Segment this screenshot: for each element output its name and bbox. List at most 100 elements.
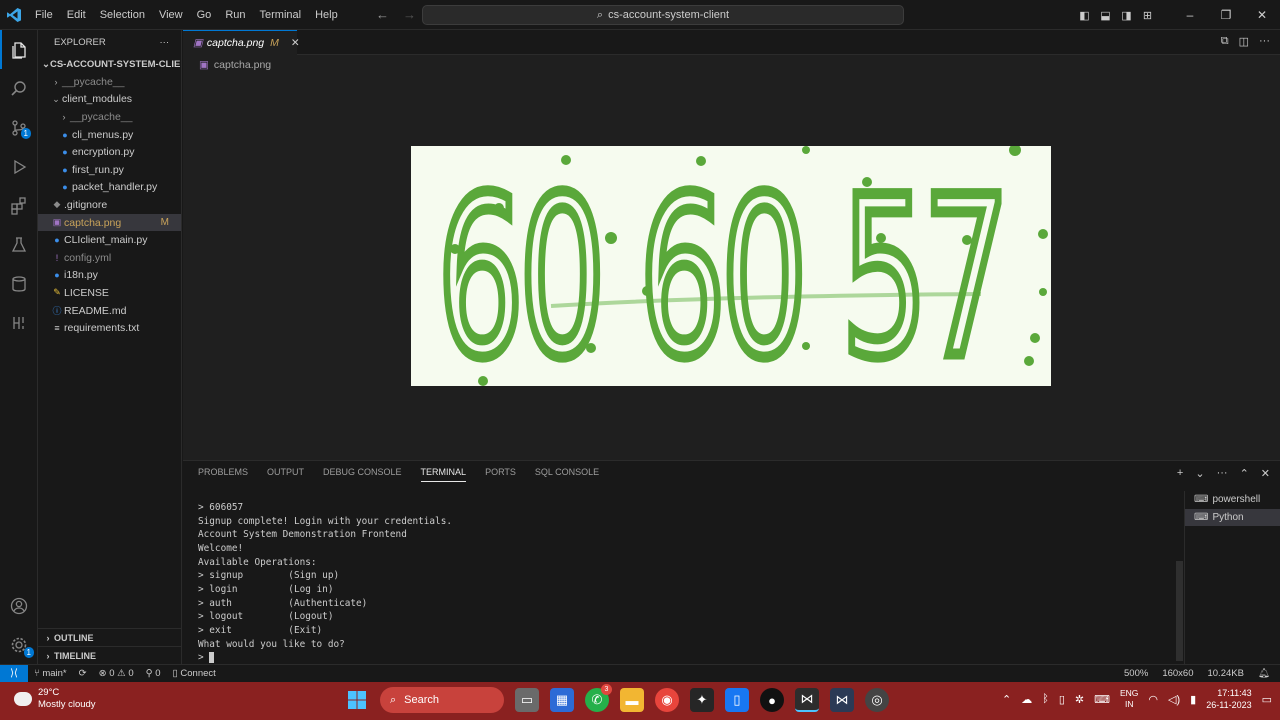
split-editor-icon[interactable]: ◫ (1239, 35, 1249, 48)
tree-file[interactable]: ● first_run.py (38, 161, 181, 179)
bluetooth-icon[interactable]: ᛒ (1042, 693, 1049, 705)
task-view-icon[interactable]: ▭ (515, 688, 539, 712)
menu-file[interactable]: File (28, 9, 60, 21)
power-icon[interactable]: ▮ (1190, 693, 1196, 706)
notifications-bell-icon[interactable]: 🔔︎ (1258, 668, 1270, 679)
menu-terminal[interactable]: Terminal (253, 9, 309, 21)
github-icon[interactable]: ● (760, 688, 784, 712)
zoom-level[interactable]: 500% (1124, 668, 1148, 679)
terminal-item-powershell[interactable]: ⌨ powershell (1185, 491, 1280, 509)
ide-taskbar-icon[interactable]: ⋈ (830, 688, 854, 712)
onedrive-icon[interactable]: ☁ (1021, 693, 1032, 706)
account-icon[interactable] (0, 586, 38, 625)
manage-gear-icon[interactable]: 1 (0, 625, 38, 664)
tree-file[interactable]: ● packet_handler.py (38, 179, 181, 197)
terminal-output[interactable]: > 606057 Signup complete! Login with your… (198, 501, 1183, 665)
menu-selection[interactable]: Selection (93, 9, 152, 21)
explorer-icon[interactable] (0, 30, 37, 69)
tab-captcha-png[interactable]: ▣ captcha.png M ✕ (183, 29, 300, 55)
close-tab-icon[interactable]: ✕ (291, 37, 300, 49)
problems-status[interactable]: ⊗ 0 ⚠ 0 (99, 668, 134, 679)
back-arrow-icon[interactable]: ← (376, 7, 389, 22)
tab-ports[interactable]: PORTS (485, 467, 516, 482)
search-view-icon[interactable] (0, 69, 37, 108)
toggle-sidebar-icon[interactable]: ◧ (1074, 9, 1095, 22)
open-changes-icon[interactable]: ⧉ (1221, 35, 1229, 48)
tray-chevron-icon[interactable]: ⌃ (1002, 693, 1011, 706)
tab-output[interactable]: OUTPUT (267, 467, 304, 482)
toggle-panel-icon[interactable]: ⬓ (1095, 9, 1116, 22)
obs-icon[interactable]: ◎ (865, 688, 889, 712)
sync-icon[interactable]: ⟳ (79, 668, 87, 679)
tree-file[interactable]: ≡ requirements.txt (38, 319, 181, 337)
clock[interactable]: 17:11:43 26-11-2023 (1206, 687, 1251, 711)
customize-layout-icon[interactable]: ⊞ (1137, 9, 1158, 22)
microsoft-store-icon[interactable]: ▦ (550, 688, 574, 712)
tree-file[interactable]: ● i18n.py (38, 267, 181, 285)
whatsapp-icon[interactable]: ✆ 3 (585, 684, 612, 712)
tree-file[interactable]: ✎ LICENSE (38, 284, 181, 302)
menu-edit[interactable]: Edit (60, 9, 93, 21)
terminal-item-python[interactable]: ⌨ Python (1185, 508, 1280, 527)
keyboard-icon[interactable]: ⌨ (1094, 693, 1110, 706)
outline-section[interactable]: › OUTLINE (38, 628, 182, 646)
toggle-secondary-sidebar-icon[interactable]: ◨ (1116, 9, 1137, 22)
git-branch[interactable]: ⑂ main* (34, 668, 67, 679)
weather-widget[interactable]: 29°C Mostly cloudy (14, 687, 96, 711)
tree-file[interactable]: ◆ .gitignore (38, 196, 181, 214)
close-window-icon[interactable]: ✕ (1244, 8, 1280, 22)
tree-file[interactable]: ⓘ README.md (38, 302, 181, 320)
tree-file[interactable]: ▣ captcha.png M (38, 213, 181, 232)
restore-icon[interactable]: ❐ (1208, 8, 1244, 22)
ports-status[interactable]: ⚲ 0 (146, 668, 161, 679)
notes-app-icon[interactable]: ▯ (725, 688, 749, 712)
source-control-icon[interactable]: 1 (0, 108, 37, 147)
chrome-icon[interactable]: ◉ (655, 688, 679, 712)
database-icon[interactable] (0, 264, 37, 303)
tree-folder[interactable]: › __pycache__ (38, 73, 181, 91)
windows-start-icon[interactable] (345, 688, 369, 712)
forward-arrow-icon[interactable]: → (403, 7, 416, 22)
breadcrumb-file[interactable]: captcha.png (214, 59, 271, 71)
tab-problems[interactable]: PROBLEMS (198, 467, 248, 482)
tree-file[interactable]: ! config.yml (38, 249, 181, 267)
brightness-icon[interactable]: ✲ (1075, 693, 1084, 706)
taskbar-search[interactable]: ⌕ Search (380, 687, 504, 713)
tab-terminal[interactable]: TERMINAL (420, 467, 467, 482)
connect-status[interactable]: ▯ Connect (173, 668, 216, 679)
timeline-section[interactable]: › TIMELINE (38, 646, 182, 664)
menu-go[interactable]: Go (190, 9, 219, 21)
panel-more-icon[interactable]: ··· (1217, 467, 1228, 480)
terminal-scrollbar[interactable] (1176, 561, 1183, 661)
menu-run[interactable]: Run (218, 9, 252, 21)
editor-more-icon[interactable]: ··· (1259, 35, 1270, 48)
tree-file[interactable]: ● cli_menus.py (38, 126, 181, 144)
minimize-icon[interactable]: – (1172, 8, 1208, 22)
tree-folder[interactable]: ⌄ client_modules (38, 91, 181, 109)
remote-indicator-icon[interactable]: ⟩⟨ (0, 664, 28, 683)
game-app-icon[interactable]: ✦ (690, 688, 714, 712)
menu-view[interactable]: View (152, 9, 190, 21)
tab-debug-console[interactable]: DEBUG CONSOLE (323, 467, 402, 482)
tree-file[interactable]: ● CLIclient_main.py (38, 231, 181, 249)
run-debug-icon[interactable] (0, 147, 37, 186)
remote-explorer-icon[interactable] (0, 303, 37, 342)
notification-center-icon[interactable]: ▭ (1262, 693, 1272, 706)
language-indicator[interactable]: ENG IN (1120, 688, 1138, 710)
more-actions-icon[interactable]: ··· (160, 37, 170, 48)
tree-file[interactable]: ● encryption.py (38, 143, 181, 161)
new-terminal-icon[interactable]: + (1177, 467, 1183, 480)
extensions-icon[interactable] (0, 186, 37, 225)
maximize-panel-icon[interactable]: ⌃ (1240, 467, 1249, 480)
testing-icon[interactable] (0, 225, 37, 264)
project-root[interactable]: ⌄ CS-ACCOUNT-SYSTEM-CLIENT (38, 55, 181, 73)
wifi-icon[interactable]: ◠ (1148, 693, 1158, 706)
close-panel-icon[interactable]: ✕ (1261, 467, 1270, 480)
terminal-dropdown-icon[interactable]: ⌄ (1195, 467, 1204, 480)
tree-folder[interactable]: › __pycache__ (38, 108, 181, 126)
volume-icon[interactable]: ◁) (1168, 693, 1180, 706)
battery-icon[interactable]: ▯ (1059, 693, 1065, 706)
command-center[interactable]: ⌕ cs-account-system-client (422, 5, 904, 25)
file-explorer-icon[interactable]: ▬ (620, 688, 644, 712)
menu-help[interactable]: Help (308, 9, 345, 21)
